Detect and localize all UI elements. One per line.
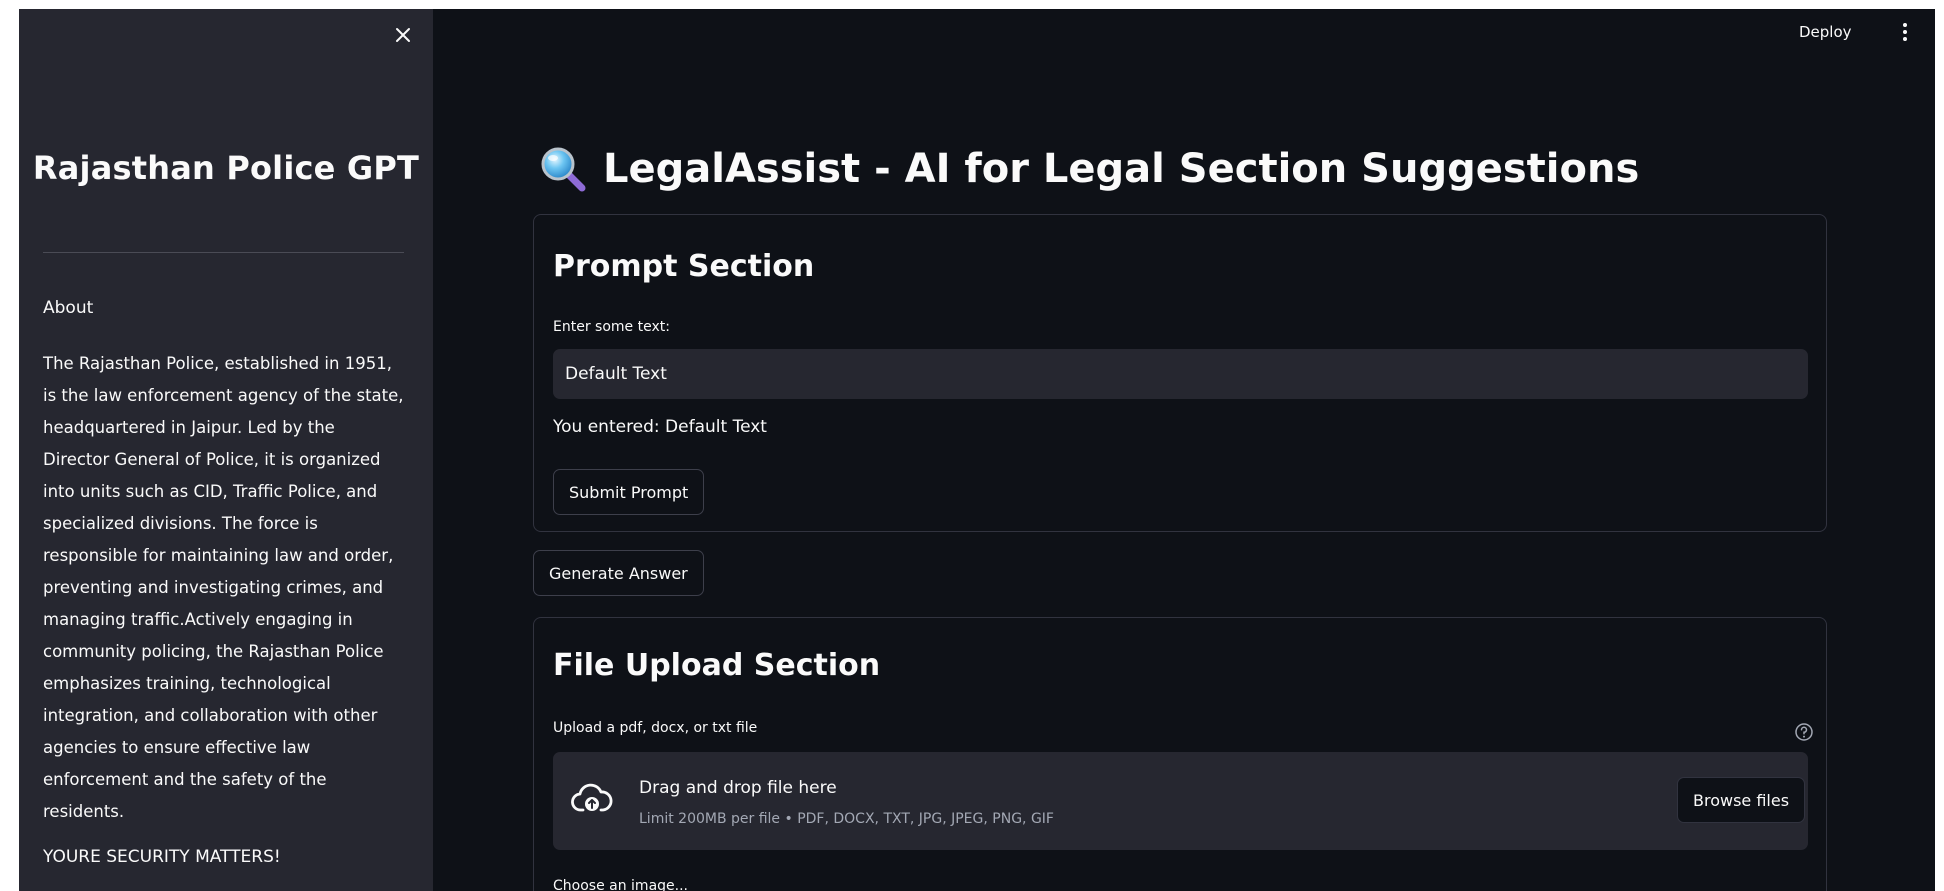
prompt-section-heading: Prompt Section — [553, 249, 815, 284]
browse-files-button[interactable]: Browse files — [1677, 777, 1806, 823]
app-window: Rajasthan Police GPT About The Rajasthan… — [19, 9, 1935, 891]
sidebar-close-button[interactable] — [389, 21, 417, 49]
file-upload-heading: File Upload Section — [553, 648, 881, 683]
prompt-text-input[interactable] — [553, 349, 1808, 399]
close-icon[interactable] — [395, 27, 411, 43]
about-line: agencies to ensure effective law — [43, 738, 311, 757]
about-line: integration, and collaboration with othe… — [43, 706, 378, 725]
prompt-echo-text: You entered: Default Text — [553, 417, 767, 437]
about-line: enforcement and the safety of the — [43, 770, 327, 789]
magnifying-glass-icon — [541, 147, 586, 192]
about-line: specialized divisions. The force is — [43, 514, 318, 533]
dropzone-title: Drag and drop file here — [639, 778, 837, 798]
image-upload-label: Choose an image... — [553, 878, 688, 891]
file-upload-label: Upload a pdf, docx, or txt file — [553, 720, 758, 736]
submit-prompt-button[interactable]: Submit Prompt — [553, 469, 705, 515]
about-line: is the law enforcement agency of the sta… — [43, 386, 404, 405]
about-line: community policing, the Rajasthan Police — [43, 642, 384, 661]
help-icon[interactable] — [1794, 722, 1814, 742]
about-label: About — [43, 298, 94, 318]
security-text: YOURE SECURITY MATTERS! — [43, 847, 281, 867]
prompt-input-label: Enter some text: — [553, 319, 670, 335]
prompt-section-card: Prompt Section Enter some text: You ente… — [533, 214, 1827, 532]
about-text: The Rajasthan Police, established in 195… — [43, 348, 413, 828]
about-line: responsible for maintaining law and orde… — [43, 546, 394, 565]
sidebar: Rajasthan Police GPT About The Rajasthan… — [19, 9, 433, 891]
about-line: managing traffic.Actively engaging in — [43, 610, 353, 629]
about-line: emphasizes training, technological — [43, 674, 331, 693]
cloud-upload-icon — [571, 783, 613, 812]
sidebar-divider — [43, 252, 404, 253]
about-line: headquartered in Jaipur. Led by the — [43, 418, 335, 437]
generate-answer-button[interactable]: Generate Answer — [533, 550, 704, 596]
file-upload-section-card: File Upload Section Upload a pdf, docx, … — [533, 617, 1827, 891]
about-line: Director General of Police, it is organi… — [43, 450, 381, 469]
dropzone-limit-text: Limit 200MB per file • PDF, DOCX, TXT, J… — [639, 811, 1054, 827]
kebab-menu-icon[interactable] — [1895, 19, 1915, 45]
about-line: into units such as CID, Traffic Police, … — [43, 482, 378, 501]
deploy-button[interactable]: Deploy — [1799, 19, 1852, 45]
file-dropzone[interactable]: Drag and drop file here Limit 200MB per … — [553, 752, 1808, 850]
about-line: The Rajasthan Police, established in 195… — [43, 354, 392, 373]
about-line: preventing and investigating crimes, and — [43, 578, 384, 597]
page-title: LegalAssist - AI for Legal Section Sugge… — [539, 145, 1639, 193]
sidebar-title: Rajasthan Police GPT — [32, 149, 420, 187]
about-line: residents. — [43, 802, 125, 821]
page-title-text: LegalAssist - AI for Legal Section Sugge… — [603, 146, 1640, 192]
